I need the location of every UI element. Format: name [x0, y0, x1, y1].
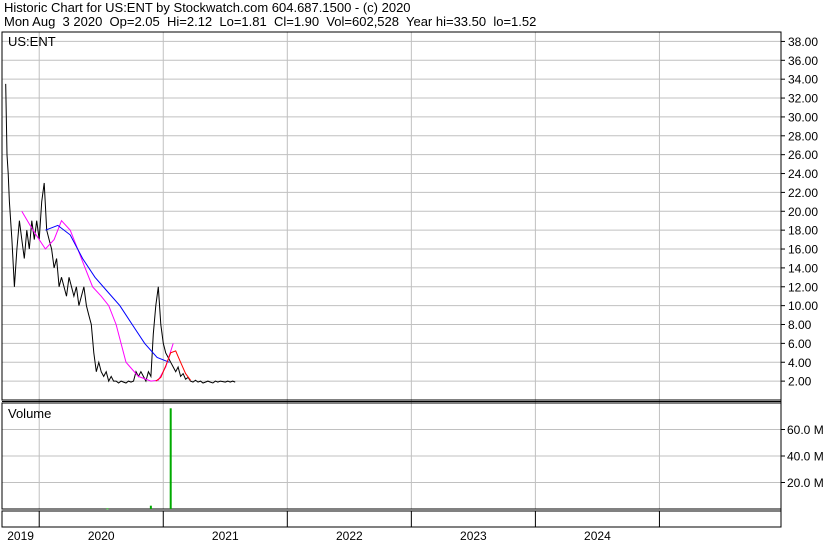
price-tick-label: 18.00	[788, 224, 818, 238]
price-tick-label: 12.00	[788, 280, 818, 294]
price-tick-label: 14.00	[788, 261, 818, 275]
volume-tick-label: 40.0 M	[787, 450, 824, 464]
volume-label: Volume	[8, 406, 51, 421]
price-tick-label: 38.00	[788, 35, 818, 49]
price-tick-label: 2.00	[788, 375, 812, 389]
price-tick-label: 34.00	[788, 73, 818, 87]
year-label: 2024	[584, 529, 611, 543]
price-tick-label: 6.00	[788, 337, 812, 351]
year-label: 2022	[336, 529, 363, 543]
price-line	[5, 83, 236, 384]
ma_long-line	[45, 224, 170, 363]
price-tick-label: 36.00	[788, 54, 818, 68]
volume-panel	[106, 408, 172, 510]
price-tick-label: 20.00	[788, 205, 818, 219]
symbol-label: US:ENT	[8, 34, 56, 49]
price-tick-label: 24.00	[788, 167, 818, 181]
price-panel	[5, 83, 236, 384]
price-tick-label: 30.00	[788, 110, 818, 124]
grid-lines	[2, 32, 781, 509]
price-tick-label: 32.00	[788, 92, 818, 106]
price-tick-label: 22.00	[788, 186, 818, 200]
stock-chart: 38.00 36.00 34.00 32.00 30.00 28.00 26.00 24.00…	[1, 31, 824, 543]
chart-frames	[1, 31, 782, 528]
axes: 38.00 36.00 34.00 32.00 30.00 28.00 26.00 24.00…	[7, 35, 823, 543]
year-label: 2020	[88, 529, 115, 543]
price-tick-label: 28.00	[788, 129, 818, 143]
price-tick-label: 10.00	[788, 299, 818, 313]
price-tick-label: 16.00	[788, 243, 818, 257]
year-label: 2019	[7, 529, 34, 543]
year-label: 2021	[212, 529, 239, 543]
year-label: 2023	[460, 529, 487, 543]
price-tick-label: 4.00	[788, 356, 812, 370]
volume-bar	[169, 408, 172, 509]
price-tick-label: 26.00	[788, 148, 818, 162]
volume-bar	[149, 505, 152, 509]
volume-tick-label: 60.0 M	[787, 423, 824, 437]
price-tick-label: 8.00	[788, 318, 812, 332]
year-axis-border	[1, 510, 782, 528]
volume-tick-label: 20.0 M	[787, 476, 824, 490]
price-panel-border	[1, 31, 782, 401]
volume-bar	[106, 508, 109, 510]
ma_short-line	[21, 211, 174, 382]
